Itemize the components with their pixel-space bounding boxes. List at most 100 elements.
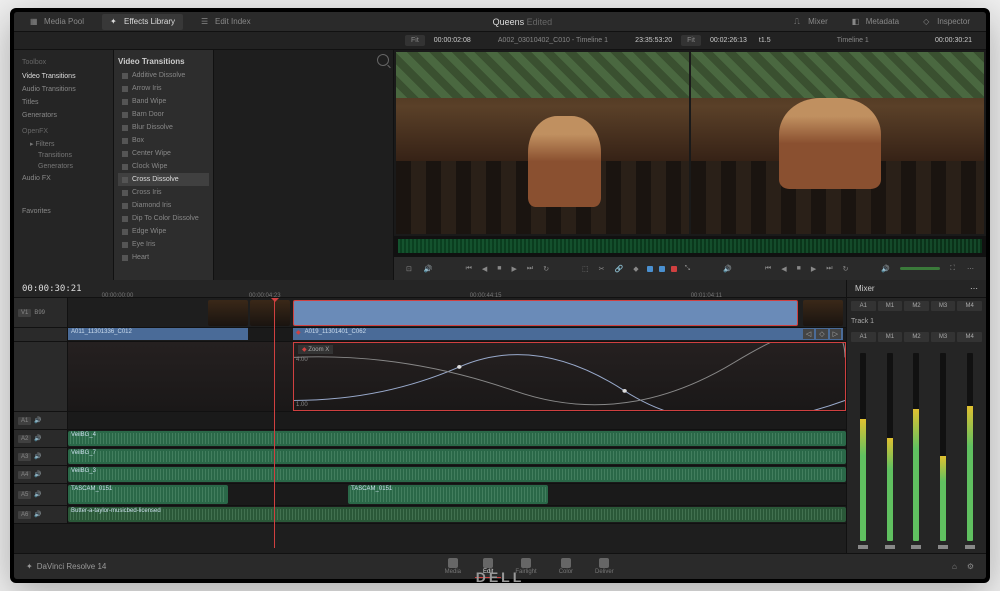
track-head-a2[interactable]: A2🔊 xyxy=(14,430,68,447)
search-icon[interactable] xyxy=(377,54,389,66)
track-head-a5[interactable]: A5🔊 xyxy=(14,484,68,505)
source-viewer[interactable] xyxy=(396,52,689,234)
channel-label[interactable]: M2 xyxy=(904,332,929,342)
effect-item[interactable]: Heart xyxy=(118,251,209,264)
stop-button[interactable]: ■ xyxy=(495,263,503,274)
tab-media-pool[interactable]: ▦Media Pool xyxy=(22,14,92,30)
track-head-a4[interactable]: A4🔊 xyxy=(14,466,68,483)
keyframe-next-button[interactable]: ▷ xyxy=(830,329,841,339)
timeline-timecode[interactable]: 00:00:30:21 xyxy=(22,284,82,294)
tab-edit-index[interactable]: ☰Edit Index xyxy=(193,14,259,30)
effect-item[interactable]: Arrow Iris xyxy=(118,82,209,95)
effect-item[interactable]: Blur Dissolve xyxy=(118,121,209,134)
settings-icon[interactable]: ⚙ xyxy=(967,562,974,571)
fader-channel[interactable] xyxy=(851,349,875,549)
options-icon[interactable]: ⊡ xyxy=(404,263,414,275)
audio-track-a2[interactable]: VeilBG_4 xyxy=(68,430,846,447)
effect-item[interactable]: Clock Wipe xyxy=(118,160,209,173)
loop-button-r[interactable]: ↻ xyxy=(841,263,851,275)
keyframe-add-button[interactable]: ◇ xyxy=(816,329,827,339)
step-back-button-r[interactable]: ◀ xyxy=(779,263,788,275)
clip-label[interactable]: A011_11301336_C012 xyxy=(68,328,248,340)
channel-label[interactable]: M1 xyxy=(878,332,903,342)
effect-item[interactable]: Box xyxy=(118,134,209,147)
volume-icon[interactable]: 🔊 xyxy=(422,263,435,275)
fader-channel[interactable] xyxy=(958,349,982,549)
favorites-header[interactable]: Favorites xyxy=(20,205,107,218)
home-icon[interactable]: ⌂ xyxy=(952,562,957,571)
tab-metadata[interactable]: ◧Metadata xyxy=(844,14,907,30)
link-tool[interactable]: 🔗 xyxy=(613,263,626,275)
audio-track-a6[interactable]: Butter-a-taylor-musicbed-licensed xyxy=(68,506,846,523)
bus-label[interactable]: M4 xyxy=(957,301,982,311)
prev-clip-button-r[interactable]: ⏮ xyxy=(763,263,773,275)
fit-dropdown-left[interactable]: Fit xyxy=(405,35,425,46)
channel-label[interactable]: M3 xyxy=(931,332,956,342)
bus-label[interactable]: M2 xyxy=(904,301,929,311)
selection-tool[interactable]: ⬚ xyxy=(580,263,591,275)
effect-item[interactable]: Additive Dissolve xyxy=(118,69,209,82)
audio-track-a4[interactable]: VeilBG_3 xyxy=(68,466,846,483)
page-deliver[interactable]: Deliver xyxy=(587,556,622,578)
page-media[interactable]: Media xyxy=(437,556,469,578)
fx-track[interactable]: ◆ Zoom X 4.00 1.00 ◁ xyxy=(68,342,846,411)
openfx-generators[interactable]: Generators xyxy=(20,161,107,172)
fader-channel[interactable] xyxy=(878,349,902,549)
audio-clip[interactable]: VeilBG_3 xyxy=(68,467,846,482)
marker-color-red[interactable] xyxy=(671,266,677,272)
clip-label[interactable]: ◆A019_11301401_C062 xyxy=(293,328,843,340)
effect-item[interactable]: Cross Iris xyxy=(118,186,209,199)
effect-item[interactable]: Diamond Iris xyxy=(118,199,209,212)
effect-item[interactable]: Center Wipe xyxy=(118,147,209,160)
audio-track-a5[interactable]: TASCAM_0151 TASCAM_0151 xyxy=(68,484,846,505)
next-clip-button[interactable]: ⏭ xyxy=(525,263,535,275)
more-icon[interactable]: ⋯ xyxy=(965,263,976,275)
effect-item[interactable]: Band Wipe xyxy=(118,95,209,108)
next-clip-button-r[interactable]: ⏭ xyxy=(824,263,834,275)
track-head-a3[interactable]: A3🔊 xyxy=(14,448,68,465)
play-button[interactable]: ▶ xyxy=(510,263,519,275)
cat-generators[interactable]: Generators xyxy=(20,109,107,122)
track-head-fx[interactable] xyxy=(14,342,68,411)
loop-button[interactable]: ↻ xyxy=(541,263,551,275)
track-head-v1[interactable]: V1 B99 xyxy=(14,298,68,327)
cat-audiofx[interactable]: Audio FX xyxy=(20,172,107,185)
effect-item[interactable]: Eye Iris xyxy=(118,238,209,251)
volume-slider[interactable] xyxy=(900,267,940,270)
clip-thumbnail[interactable] xyxy=(250,300,290,326)
play-button-r[interactable]: ▶ xyxy=(809,263,818,275)
tab-mixer[interactable]: ⎍Mixer xyxy=(786,14,836,30)
fader-channel[interactable] xyxy=(905,349,929,549)
audio-clip[interactable]: VeilBG_4 xyxy=(68,431,846,446)
effect-item[interactable]: Barn Door xyxy=(118,108,209,121)
audio-clip[interactable]: TASCAM_0151 xyxy=(68,485,228,504)
fullscreen-icon[interactable]: ⛶ xyxy=(948,263,957,275)
timeline-viewer[interactable] xyxy=(691,52,984,234)
bus-label[interactable]: M3 xyxy=(931,301,956,311)
track-head-a6[interactable]: A6🔊 xyxy=(14,506,68,523)
effect-item[interactable]: Cross Dissolve xyxy=(118,173,209,186)
clip-thumbnail[interactable] xyxy=(208,300,248,326)
effect-item[interactable]: Dip To Color Dissolve xyxy=(118,212,209,225)
track-head-a1[interactable]: A1🔊 xyxy=(14,412,68,429)
marker-tool[interactable]: ◆ xyxy=(631,263,640,275)
tab-effects-library[interactable]: ✦Effects Library xyxy=(102,14,183,30)
volume-icon-right[interactable]: 🔊 xyxy=(721,263,734,275)
tab-inspector[interactable]: ◇Inspector xyxy=(915,14,978,30)
video-clip[interactable] xyxy=(293,300,798,326)
step-back-button[interactable]: ◀ xyxy=(480,263,489,275)
marker-color-blue[interactable] xyxy=(659,266,665,272)
channel-label[interactable]: M4 xyxy=(957,332,982,342)
openfx-header[interactable]: OpenFX xyxy=(20,122,107,138)
playhead[interactable] xyxy=(274,298,275,548)
keyframe-prev-button[interactable]: ◁ xyxy=(803,329,814,339)
video-track-v1[interactable] xyxy=(68,298,846,327)
blade-tool[interactable]: ✂ xyxy=(597,263,607,275)
fit-dropdown-right[interactable]: Fit xyxy=(681,35,701,46)
keyframe-curve[interactable] xyxy=(294,343,845,410)
openfx-transitions[interactable]: Transitions xyxy=(20,150,107,161)
clip-name[interactable]: A002_03010402_C010 - Timeline 1 xyxy=(477,37,629,44)
audio-clip[interactable]: VeilBG_7 xyxy=(68,449,846,464)
openfx-filters[interactable]: ▸ Filters xyxy=(20,138,107,150)
audio-track-a3[interactable]: VeilBG_7 xyxy=(68,448,846,465)
